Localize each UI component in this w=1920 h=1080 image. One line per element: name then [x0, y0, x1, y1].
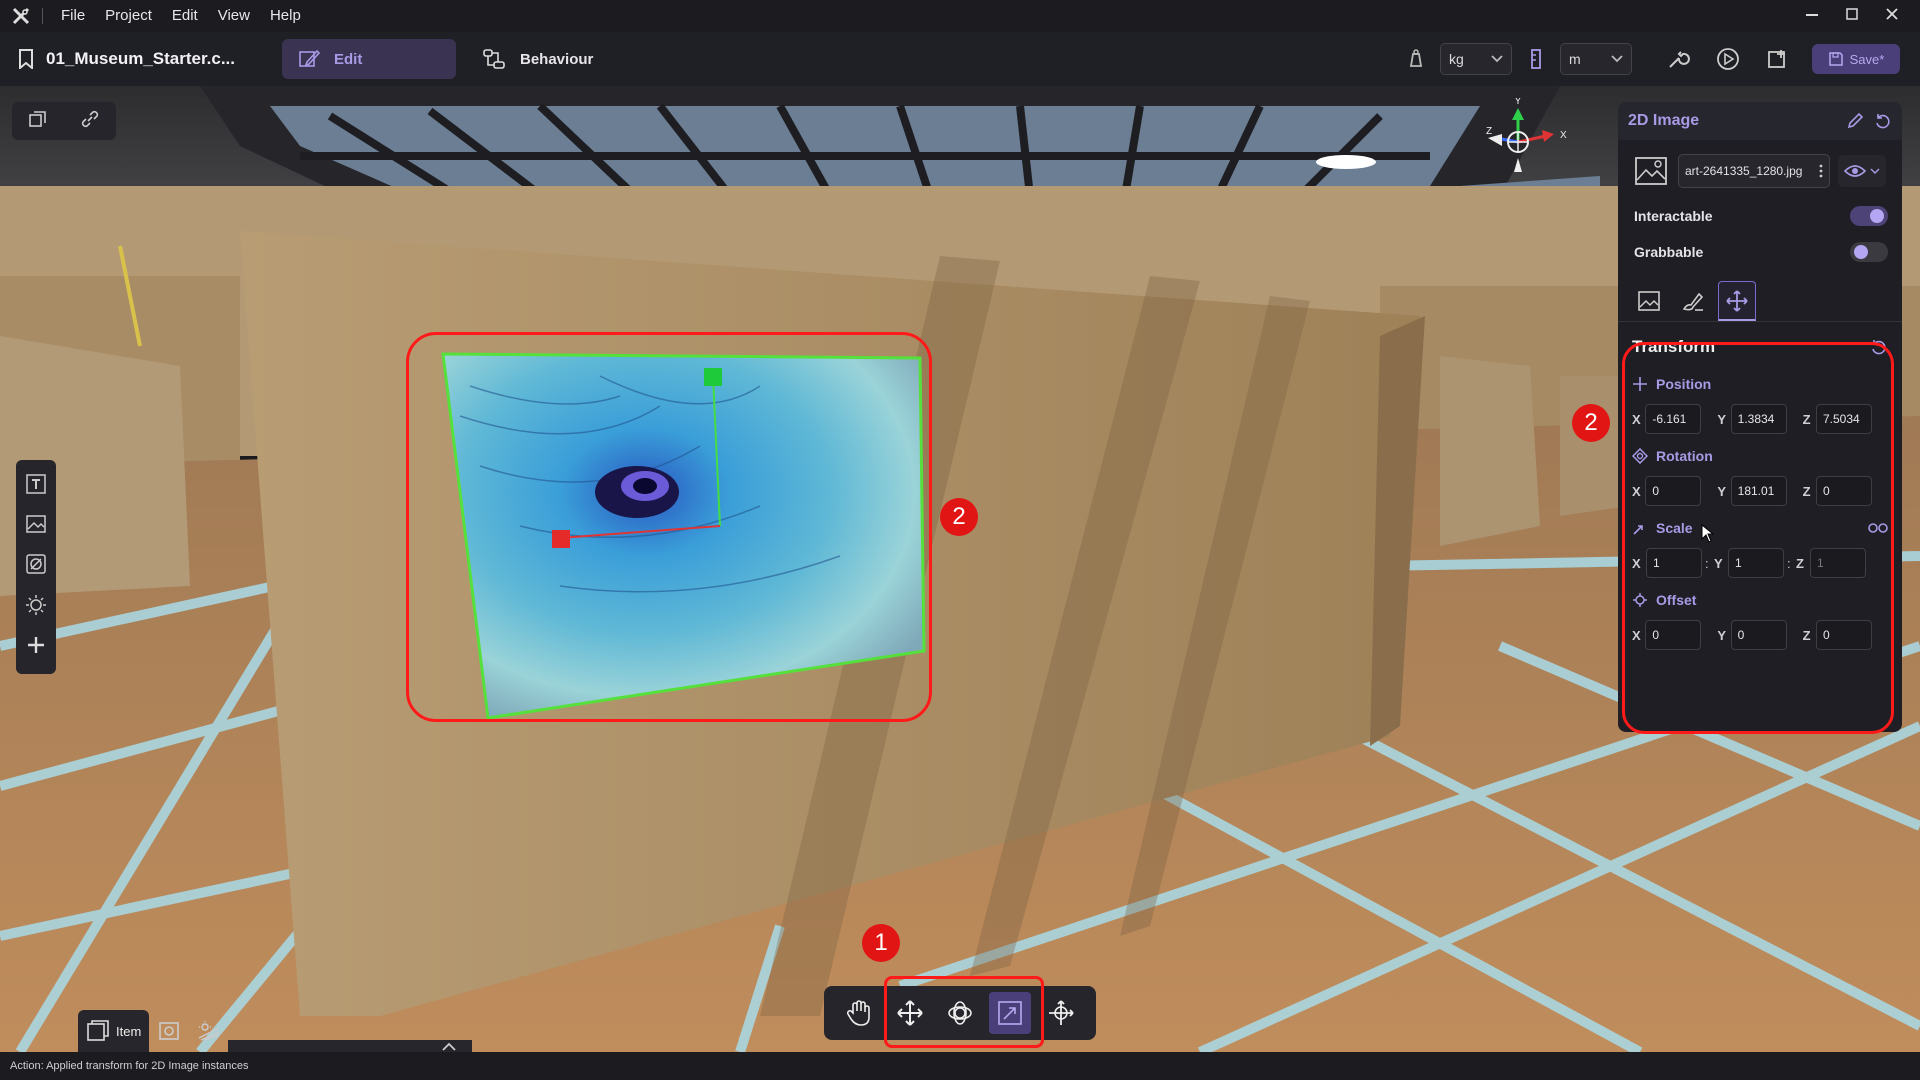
- publish-icon[interactable]: [1764, 45, 1792, 73]
- gizmo-y-label: Y: [1515, 98, 1522, 107]
- close-icon[interactable]: [1872, 7, 1912, 26]
- mass-unit-select[interactable]: kg: [1440, 43, 1512, 75]
- annotation-highlight-image: [406, 332, 932, 722]
- viewport-tools: [12, 102, 116, 140]
- hand-icon: [847, 1000, 870, 1026]
- annotation-badge-2-panel: 2: [1572, 404, 1610, 442]
- universal-tool-button[interactable]: [1040, 992, 1082, 1034]
- objects-icon: [159, 1022, 180, 1040]
- grabbable-toggle[interactable]: [1850, 242, 1888, 262]
- image-file-name: art-2641335_1280.jpg: [1685, 164, 1803, 178]
- transform-all-icon: [1048, 1000, 1074, 1025]
- tab-behaviour-label: Behaviour: [520, 50, 594, 68]
- library-collapse-bar[interactable]: [228, 1040, 472, 1052]
- image-source-row: art-2641335_1280.jpg: [1618, 140, 1902, 190]
- 3d-viewport[interactable]: Y X Z 2 2 2D Image art-2641335_1280.jpg: [0, 86, 1920, 1052]
- menu-help[interactable]: Help: [260, 0, 311, 32]
- more-vertical-icon[interactable]: [1819, 164, 1823, 178]
- image-settings-icon: [1638, 291, 1660, 311]
- chevron-down-icon: [1611, 55, 1623, 63]
- grabbable-row: Grabbable: [1618, 234, 1902, 270]
- image-tool-icon[interactable]: [25, 513, 47, 540]
- interactable-toggle[interactable]: [1850, 206, 1888, 226]
- move-arrows-icon: [1726, 289, 1748, 312]
- save-icon: [1828, 52, 1843, 66]
- save-label: Save*: [1849, 51, 1885, 67]
- text-tool-icon[interactable]: [25, 473, 47, 500]
- weight-icon: [1402, 45, 1430, 73]
- shape-tool-icon[interactable]: [25, 553, 47, 580]
- mass-unit-value: kg: [1449, 51, 1464, 67]
- app-logo-icon: [6, 0, 36, 32]
- grabbable-label: Grabbable: [1634, 244, 1704, 260]
- menu-bar: File Project Edit View Help: [0, 0, 1920, 32]
- maximize-icon[interactable]: [1832, 7, 1872, 26]
- length-unit-select[interactable]: m: [1560, 43, 1632, 75]
- menu-edit[interactable]: Edit: [162, 0, 208, 32]
- gizmo-z-label: Z: [1486, 126, 1492, 137]
- annotation-highlight-gizmo-tools: [884, 976, 1044, 1048]
- image-file-field[interactable]: art-2641335_1280.jpg: [1678, 154, 1830, 188]
- image-thumbnail-icon[interactable]: [1632, 152, 1670, 190]
- save-button[interactable]: Save*: [1812, 44, 1900, 74]
- tab-objects[interactable]: [149, 1010, 189, 1052]
- menu-view[interactable]: View: [208, 0, 260, 32]
- tab-transform[interactable]: [1718, 281, 1756, 321]
- length-unit-value: m: [1569, 51, 1581, 67]
- orientation-gizmo[interactable]: Y X Z: [1470, 98, 1580, 198]
- annotation-highlight-transform: [1622, 342, 1894, 734]
- environment-icon: [198, 1021, 220, 1041]
- tab-edit[interactable]: Edit: [282, 39, 456, 79]
- panel-header: 2D Image: [1618, 102, 1902, 140]
- rename-pencil-icon[interactable]: [1846, 112, 1864, 130]
- minimize-icon[interactable]: [1792, 7, 1832, 26]
- insert-toolbar: [16, 460, 56, 674]
- annotation-badge-2: 2: [940, 498, 978, 536]
- main-toolbar: 01_Museum_Starter.c... Edit Behaviour kg…: [0, 32, 1920, 86]
- panel-title: 2D Image: [1628, 112, 1700, 129]
- toolbar-right-group: kg m Save*: [1402, 32, 1900, 86]
- bottom-library-tabs: Item: [78, 1010, 472, 1052]
- menu-project[interactable]: Project: [95, 0, 162, 32]
- pan-hand-button[interactable]: [838, 992, 880, 1034]
- tab-item-label: Item: [116, 1023, 142, 1039]
- duplicate-icon[interactable]: [28, 109, 48, 134]
- eye-icon: [1844, 165, 1866, 177]
- link-icon[interactable]: [80, 109, 100, 134]
- wrench-icon[interactable]: [1664, 45, 1692, 73]
- behaviour-flow-icon: [483, 49, 505, 69]
- brush-icon: [1682, 292, 1704, 311]
- reset-icon[interactable]: [1874, 112, 1892, 130]
- tab-edit-label: Edit: [334, 50, 363, 68]
- tab-environment[interactable]: [189, 1010, 229, 1052]
- panel-section-tabs: [1618, 270, 1902, 322]
- chevron-down-icon: [1870, 168, 1880, 174]
- interactable-row: Interactable: [1618, 198, 1902, 234]
- item-icon: [87, 1020, 109, 1041]
- status-message: Action: Applied transform for 2D Image i…: [10, 1060, 249, 1072]
- tab-material[interactable]: [1674, 281, 1712, 321]
- menu-divider: [42, 8, 43, 24]
- light-tool-icon[interactable]: [25, 594, 47, 621]
- edit-pencil-icon: [299, 49, 320, 67]
- ruler-icon: [1522, 45, 1550, 73]
- visibility-dropdown[interactable]: [1838, 155, 1886, 187]
- window-controls: [1792, 0, 1912, 32]
- bookmark-icon: [19, 49, 33, 69]
- annotation-badge-1: 1: [862, 924, 900, 962]
- project-name[interactable]: 01_Museum_Starter.c...: [46, 49, 246, 69]
- status-bar: Action: Applied transform for 2D Image i…: [0, 1052, 1920, 1080]
- menu-file[interactable]: File: [51, 0, 95, 32]
- play-icon[interactable]: [1714, 45, 1742, 73]
- add-icon[interactable]: [25, 634, 47, 661]
- chevron-up-icon[interactable]: [442, 1042, 456, 1052]
- tab-item[interactable]: Item: [78, 1010, 150, 1052]
- tab-behaviour[interactable]: Behaviour: [466, 39, 609, 79]
- tab-image-settings[interactable]: [1630, 281, 1668, 321]
- chevron-down-icon: [1491, 55, 1503, 63]
- gizmo-x-label: X: [1560, 130, 1567, 141]
- interactable-label: Interactable: [1634, 208, 1713, 224]
